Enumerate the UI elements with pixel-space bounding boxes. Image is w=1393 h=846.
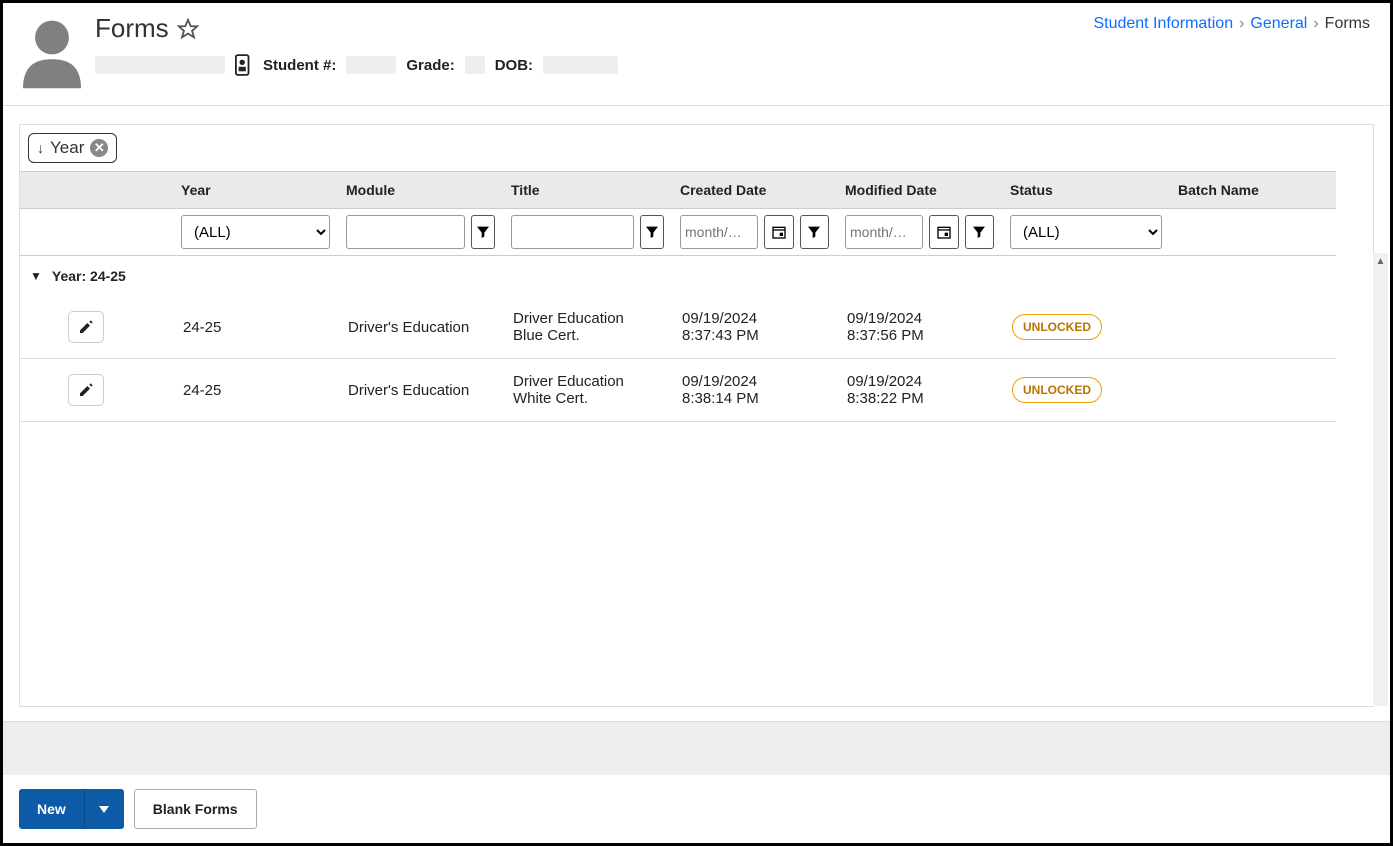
action-bar: New Blank Forms — [3, 775, 1390, 843]
filter-cell-edit — [58, 209, 173, 256]
title-filter-input[interactable] — [511, 215, 634, 249]
page-header: Forms Student #: Grade: DOB: Student I — [3, 3, 1390, 106]
pencil-square-icon — [78, 382, 94, 398]
new-dropdown-button[interactable] — [84, 789, 124, 829]
forms-panel: ↓ Year ✕ Year Module Title Created Date … — [19, 124, 1374, 707]
sort-chip-label: Year — [50, 138, 84, 158]
status-badge: UNLOCKED — [1012, 377, 1102, 403]
sort-chip-year[interactable]: ↓ Year ✕ — [28, 133, 117, 163]
module-filter-input[interactable] — [346, 215, 465, 249]
vertical-scrollbar[interactable]: ▲ — [1373, 253, 1388, 706]
filter-cell-expand — [20, 209, 58, 256]
created-date-filter-input[interactable] — [680, 215, 758, 249]
module-filter-button[interactable] — [471, 215, 495, 249]
caret-down-icon: ▼ — [30, 269, 42, 283]
clear-sort-icon[interactable]: ✕ — [90, 139, 108, 157]
cell-batch — [1170, 359, 1336, 422]
group-heading: Year: 24-25 — [52, 268, 126, 284]
cell-module: Driver's Education — [338, 296, 503, 359]
pencil-square-icon — [78, 319, 94, 335]
funnel-icon — [475, 224, 491, 240]
grade-label: Grade: — [406, 57, 454, 74]
status-badge: UNLOCKED — [1012, 314, 1102, 340]
funnel-icon — [644, 224, 660, 240]
blank-forms-button[interactable]: Blank Forms — [134, 789, 257, 829]
breadcrumb-general[interactable]: General — [1250, 15, 1307, 33]
col-header-created[interactable]: Created Date — [672, 171, 837, 209]
col-header-modified[interactable]: Modified Date — [837, 171, 1002, 209]
chevron-right-icon: › — [1239, 15, 1244, 33]
cell-year: 24-25 — [173, 359, 338, 422]
arrow-down-icon: ↓ — [37, 140, 44, 156]
created-date-picker-button[interactable] — [764, 215, 794, 249]
modified-date-filter-input[interactable] — [845, 215, 923, 249]
breadcrumb-current: Forms — [1325, 15, 1370, 33]
student-number-label: Student #: — [263, 57, 336, 74]
cell-title: Driver EducationWhite Cert. — [503, 359, 672, 422]
student-avatar — [23, 13, 81, 91]
cell-year: 24-25 — [173, 296, 338, 359]
group-row-year[interactable]: ▼ Year: 24-25 — [20, 256, 1336, 296]
modified-date-picker-button[interactable] — [929, 215, 959, 249]
funnel-icon — [971, 224, 987, 240]
title-filter-button[interactable] — [640, 215, 664, 249]
breadcrumb: Student Information › General › Forms — [1093, 13, 1370, 33]
col-header-year[interactable]: Year — [173, 171, 338, 209]
col-header-edit — [58, 171, 173, 209]
student-number-redacted — [346, 56, 396, 74]
expand-cell — [20, 359, 58, 422]
favorite-star-icon[interactable] — [177, 18, 199, 40]
person-icon — [23, 13, 81, 91]
edit-row-button[interactable] — [68, 374, 104, 406]
dob-redacted — [543, 56, 618, 74]
cell-modified: 09/19/20248:38:22 PM — [837, 359, 1002, 422]
student-name-redacted — [95, 56, 225, 74]
student-info-row: Student #: Grade: DOB: — [95, 54, 1093, 76]
funnel-icon — [806, 224, 822, 240]
scroll-up-icon[interactable]: ▲ — [1373, 253, 1388, 269]
caret-down-icon — [99, 804, 109, 814]
cell-batch — [1170, 296, 1336, 359]
year-filter-select[interactable]: (ALL) — [181, 215, 330, 249]
cell-modified: 09/19/20248:37:56 PM — [837, 296, 1002, 359]
cell-module: Driver's Education — [338, 359, 503, 422]
col-header-status[interactable]: Status — [1002, 171, 1170, 209]
id-card-icon — [235, 54, 253, 76]
modified-date-filter-button[interactable] — [965, 215, 995, 249]
calendar-icon — [771, 224, 787, 240]
expand-cell — [20, 296, 58, 359]
calendar-icon — [936, 224, 952, 240]
cell-status: UNLOCKED — [1002, 359, 1170, 422]
filter-cell-batch — [1170, 209, 1336, 256]
cell-title: Driver EducationBlue Cert. — [503, 296, 672, 359]
created-date-filter-button[interactable] — [800, 215, 830, 249]
status-filter-select[interactable]: (ALL) — [1010, 215, 1162, 249]
dob-label: DOB: — [495, 57, 533, 74]
forms-grid: Year Module Title Created Date Modified … — [20, 171, 1373, 422]
cell-status: UNLOCKED — [1002, 296, 1170, 359]
cell-created: 09/19/20248:37:43 PM — [672, 296, 837, 359]
cell-created: 09/19/20248:38:14 PM — [672, 359, 837, 422]
new-button[interactable]: New — [19, 789, 84, 829]
col-header-module[interactable]: Module — [338, 171, 503, 209]
col-header-title[interactable]: Title — [503, 171, 672, 209]
footer-spacer — [3, 721, 1390, 775]
col-header-expand — [20, 171, 58, 209]
breadcrumb-student-info[interactable]: Student Information — [1093, 15, 1233, 33]
grade-redacted — [465, 56, 485, 74]
edit-row-button[interactable] — [68, 311, 104, 343]
col-header-batch[interactable]: Batch Name — [1170, 171, 1336, 209]
header-main: Forms Student #: Grade: DOB: — [95, 13, 1093, 76]
page-title: Forms — [95, 13, 169, 44]
chevron-right-icon: › — [1313, 15, 1318, 33]
